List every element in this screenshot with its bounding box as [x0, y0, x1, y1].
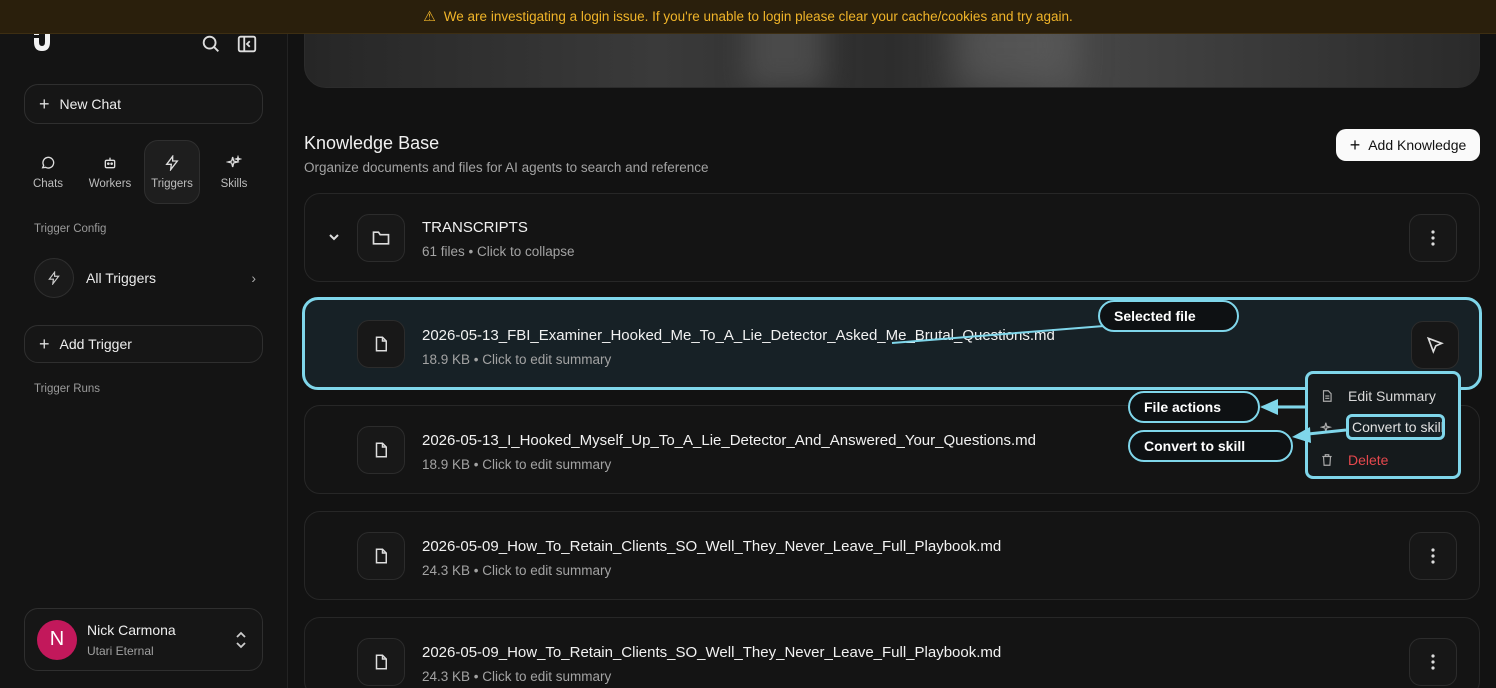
cursor-pointer-icon: [1426, 336, 1444, 354]
sparkles-icon: [1320, 422, 1333, 432]
nav-workers-label: Workers: [88, 177, 132, 190]
nav-chats-label: Chats: [32, 177, 64, 190]
all-triggers-item[interactable]: All Triggers ›: [34, 258, 256, 298]
menu-edit-summary-label: Edit Summary: [1348, 388, 1436, 404]
plus-icon: +: [1349, 135, 1361, 155]
menu-convert-icon-slot: [1320, 418, 1334, 438]
more-actions-button[interactable]: [1409, 532, 1457, 580]
sidebar-nav: Chats Workers Triggers Skills: [20, 140, 270, 204]
add-knowledge-label: Add Knowledge: [1368, 137, 1467, 153]
avatar: N: [37, 619, 77, 660]
sidebar: + New Chat Chats Workers Triggers Skills…: [0, 0, 288, 688]
file-meta: 24.3 KB • Click to edit summary: [422, 669, 612, 684]
nav-skills-label: Skills: [220, 177, 248, 190]
chevron-down-icon[interactable]: [327, 230, 341, 244]
file-meta: 18.9 KB • Click to edit summary: [422, 457, 612, 472]
callout-file-actions: File actions: [1128, 391, 1260, 423]
menu-delete[interactable]: Delete: [1320, 450, 1388, 470]
folder-icon: [357, 214, 405, 262]
chevron-right-icon: ›: [251, 270, 256, 286]
plus-icon: +: [39, 94, 50, 114]
new-chat-label: New Chat: [59, 96, 121, 112]
page-title: Knowledge Base: [304, 133, 440, 153]
add-trigger-label: Add Trigger: [59, 336, 132, 352]
banner-text: We are investigating a login issue. If y…: [443, 9, 1073, 24]
app-root: + New Chat Chats Workers Triggers Skills…: [0, 0, 1496, 688]
file-icon: [357, 638, 405, 686]
nav-workers[interactable]: Workers: [82, 140, 138, 204]
menu-convert-to-skill[interactable]: Convert to skill: [1346, 414, 1445, 440]
file-meta: 24.3 KB • Click to edit summary: [422, 563, 612, 578]
nav-skills[interactable]: Skills: [206, 140, 262, 204]
lightning-icon: [165, 154, 179, 171]
file-name: 2026-05-13_I_Hooked_Myself_Up_To_A_Lie_D…: [422, 432, 1037, 449]
trigger-runs-label: Trigger Runs: [34, 383, 101, 395]
chat-bubble-icon: [41, 156, 55, 169]
file-name: 2026-05-09_How_To_Retain_Clients_SO_Well…: [422, 644, 1002, 661]
search-icon[interactable]: [200, 33, 222, 55]
robot-icon: [104, 157, 116, 168]
nav-triggers[interactable]: Triggers: [144, 140, 200, 204]
trigger-config-label: Trigger Config: [34, 223, 107, 235]
file-icon: [357, 426, 405, 474]
file-name: 2026-05-13_FBI_Examiner_Hooked_Me_To_A_L…: [422, 327, 1055, 344]
file-row[interactable]: 2026-05-13_I_Hooked_Myself_Up_To_A_Lie_D…: [304, 405, 1480, 494]
page-subtitle: Organize documents and files for AI agen…: [304, 160, 709, 175]
user-name: Nick Carmona: [87, 621, 176, 638]
lightning-icon: [34, 258, 74, 298]
nav-triggers-label: Triggers: [151, 177, 193, 190]
menu-edit-summary[interactable]: Edit Summary: [1320, 386, 1436, 406]
chevron-up-down-icon: [236, 631, 246, 649]
user-org: Utari Eternal: [87, 643, 154, 658]
file-name: 2026-05-09_How_To_Retain_Clients_SO_Well…: [422, 538, 1002, 555]
nav-chats[interactable]: Chats: [20, 140, 76, 204]
all-triggers-label: All Triggers: [86, 270, 157, 286]
file-icon: [357, 320, 405, 368]
warning-icon: ⚠: [423, 8, 436, 24]
add-knowledge-button[interactable]: + Add Knowledge: [1336, 129, 1480, 161]
kebab-icon: [1431, 548, 1435, 564]
callout-convert-to-skill: Convert to skill: [1128, 430, 1293, 462]
new-chat-button[interactable]: + New Chat: [24, 84, 263, 124]
sidebar-toggle-icon[interactable]: [236, 33, 258, 55]
more-actions-button[interactable]: [1409, 638, 1457, 686]
file-icon: [357, 532, 405, 580]
callout-selected-file: Selected file: [1098, 300, 1239, 332]
kebab-icon: [1431, 230, 1435, 246]
folder-name: TRANSCRIPTS: [422, 219, 528, 236]
add-trigger-button[interactable]: + Add Trigger: [24, 325, 263, 363]
kebab-icon: [1431, 654, 1435, 670]
trash-icon: [1322, 454, 1332, 466]
document-icon: [1322, 390, 1332, 402]
more-actions-button[interactable]: [1409, 214, 1457, 262]
sparkles-icon: [226, 154, 242, 167]
more-actions-button-active[interactable]: [1411, 321, 1459, 369]
user-profile-button[interactable]: N Nick Carmona Utari Eternal: [24, 608, 263, 671]
file-row[interactable]: 2026-05-09_How_To_Retain_Clients_SO_Well…: [304, 617, 1480, 688]
folder-meta: 61 files • Click to collapse: [422, 244, 575, 259]
file-row[interactable]: 2026-05-09_How_To_Retain_Clients_SO_Well…: [304, 511, 1480, 600]
folder-row[interactable]: TRANSCRIPTS 61 files • Click to collapse: [304, 193, 1480, 282]
announcement-banner: ⚠ We are investigating a login issue. If…: [0, 0, 1496, 34]
file-meta: 18.9 KB • Click to edit summary: [422, 352, 612, 367]
plus-icon: +: [39, 334, 50, 354]
menu-convert-label: Convert to skill: [1352, 419, 1444, 435]
menu-delete-label: Delete: [1348, 452, 1389, 468]
